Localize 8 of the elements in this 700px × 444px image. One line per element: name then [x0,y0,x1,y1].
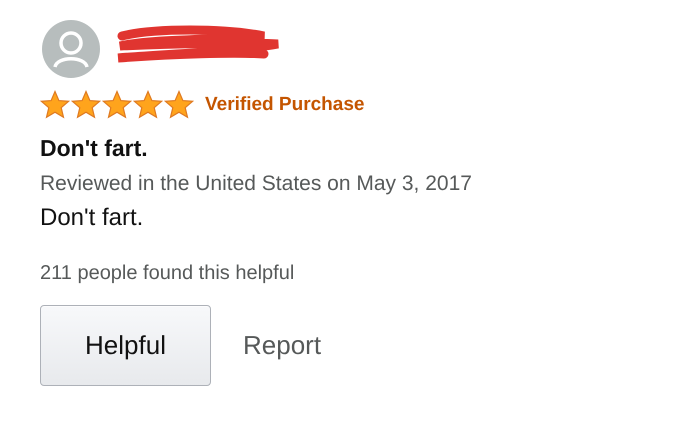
review-date: Reviewed in the United States on May 3, 2017 [40,172,473,196]
helpful-count: 211 people found this helpful [40,262,296,285]
verified-purchase-label: Verified Purchase [205,94,364,116]
avatar-icon [42,20,100,78]
helpful-button[interactable]: Helpful [40,305,211,386]
review-text: Don't fart. [40,204,144,232]
report-link[interactable]: Report [243,330,322,361]
review-title: Don't fart. [40,135,149,162]
